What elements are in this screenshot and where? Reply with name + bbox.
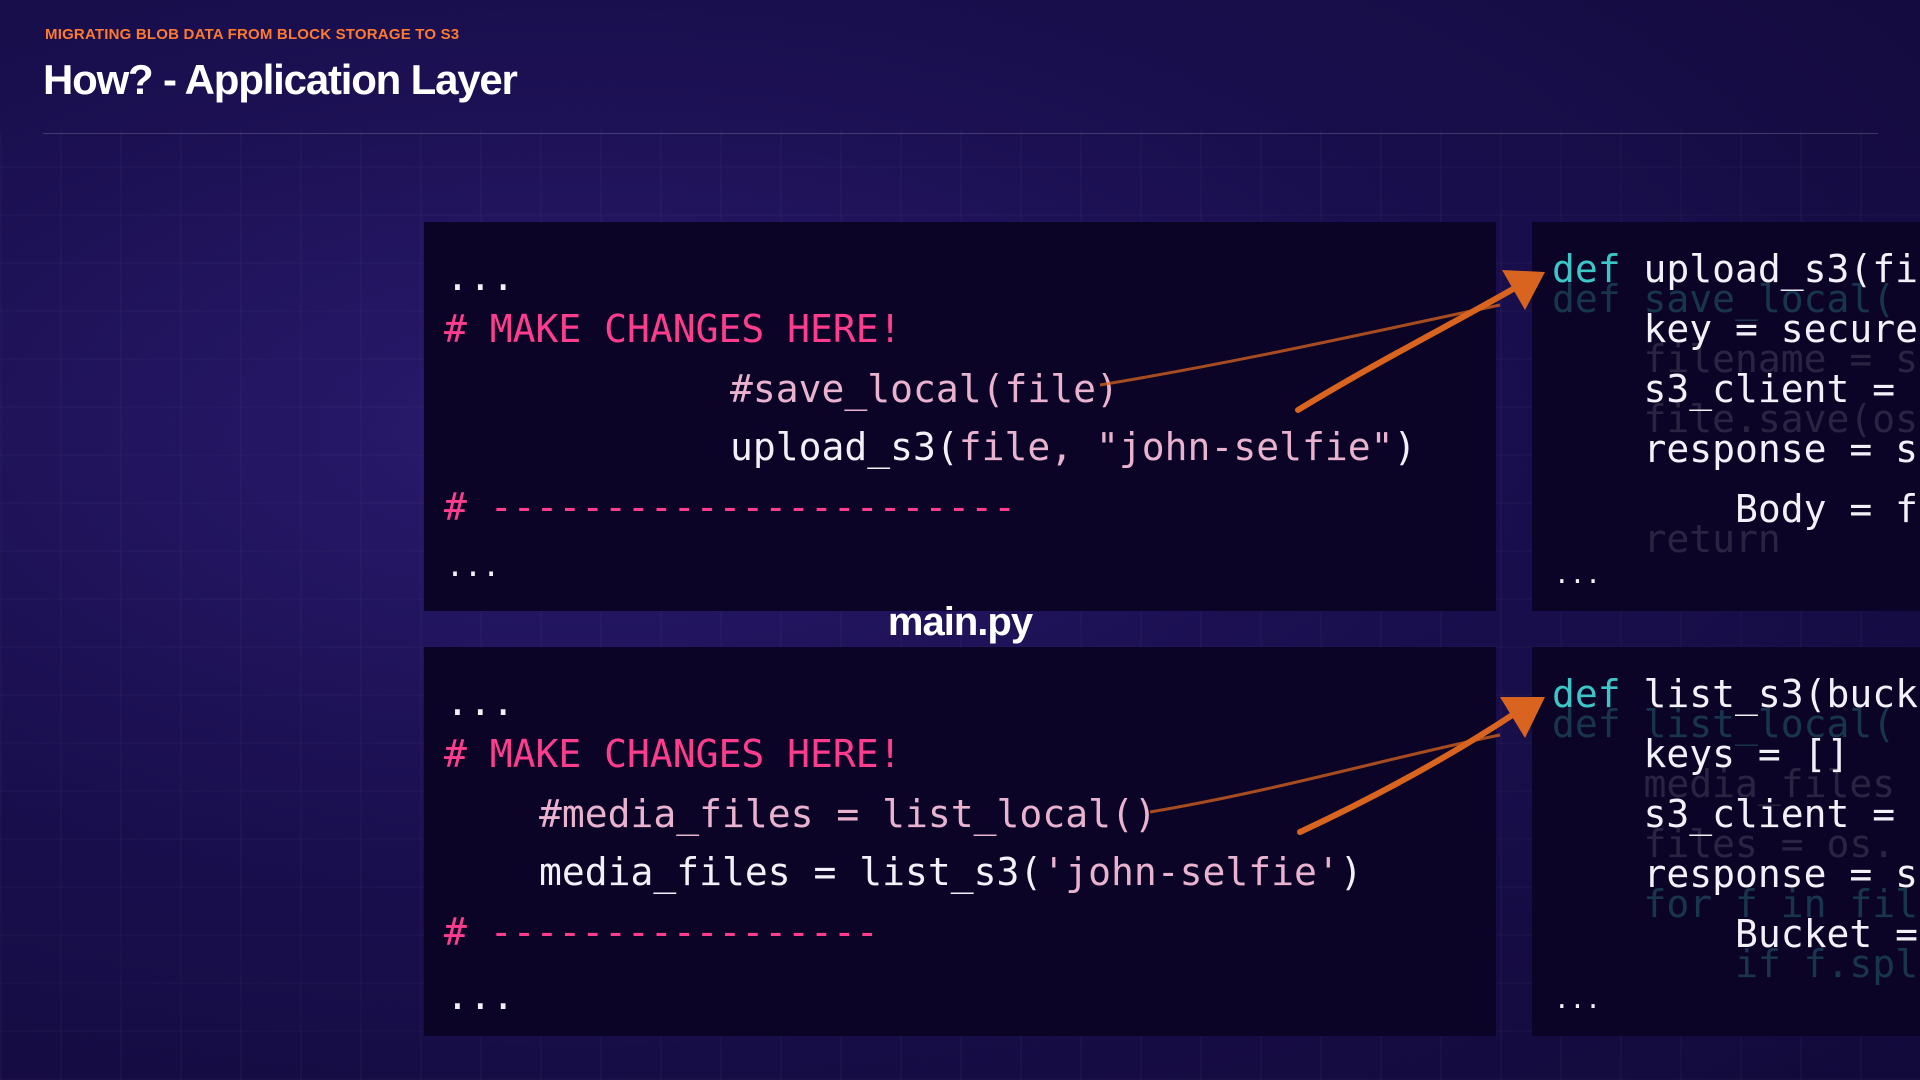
arrow-upload [1099,270,1545,413]
connector-arrows [1099,270,1545,835]
arrow-list [1149,697,1545,835]
